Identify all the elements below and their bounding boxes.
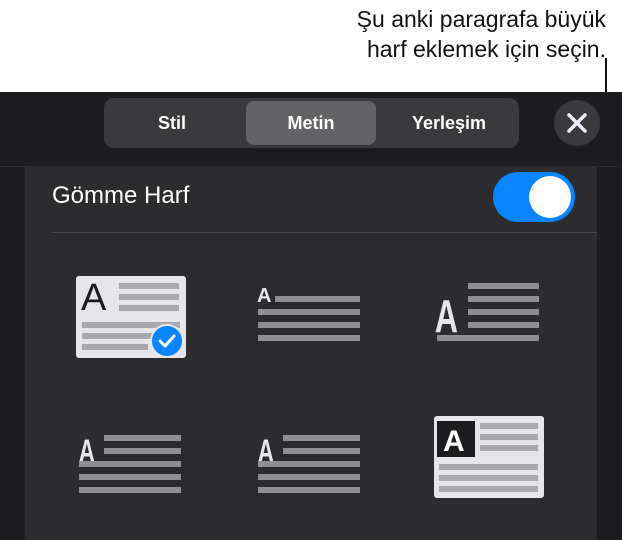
drop-cap-style-3-icon: A — [435, 283, 539, 342]
drop-cap-style-5[interactable]: A — [255, 428, 365, 498]
svg-text:A: A — [443, 425, 465, 458]
selected-checkmark-icon — [150, 324, 184, 358]
drop-cap-style-1[interactable]: A — [76, 276, 186, 358]
row-divider — [52, 232, 597, 233]
tab-stil[interactable]: Stil — [108, 101, 236, 145]
drop-cap-style-6[interactable]: A — [434, 416, 544, 498]
drop-cap-style-4[interactable]: A — [76, 428, 186, 498]
svg-text:A: A — [435, 291, 458, 342]
drop-cap-letter: A — [81, 277, 107, 319]
drop-cap-style-6-icon: A — [434, 416, 544, 498]
drop-cap-style-2[interactable]: A — [255, 282, 365, 352]
callout-line-2: harf eklemek için seçin. — [366, 36, 606, 62]
drop-cap-style-3[interactable]: A — [434, 282, 544, 352]
tab-yerlesim[interactable]: Yerleşim — [384, 101, 514, 145]
callout-annotation: Şu anki paragrafa büyük harf eklemek içi… — [186, 4, 606, 64]
tab-metin[interactable]: Metin — [246, 101, 376, 145]
tab-bar: Stil Metin Yerleşim — [104, 98, 519, 148]
callout-line-1: Şu anki paragrafa büyük — [356, 6, 606, 32]
drop-cap-style-5-icon: A — [258, 433, 360, 493]
drop-cap-style-4-icon: A — [79, 433, 181, 493]
close-button[interactable] — [554, 100, 600, 146]
drop-cap-style-2-icon: A — [257, 285, 360, 341]
toggle-knob — [529, 176, 571, 218]
drop-cap-toggle[interactable] — [493, 172, 575, 222]
svg-text:A: A — [257, 285, 271, 307]
close-icon — [567, 113, 587, 133]
drop-cap-label: Gömme Harf — [52, 182, 190, 209]
